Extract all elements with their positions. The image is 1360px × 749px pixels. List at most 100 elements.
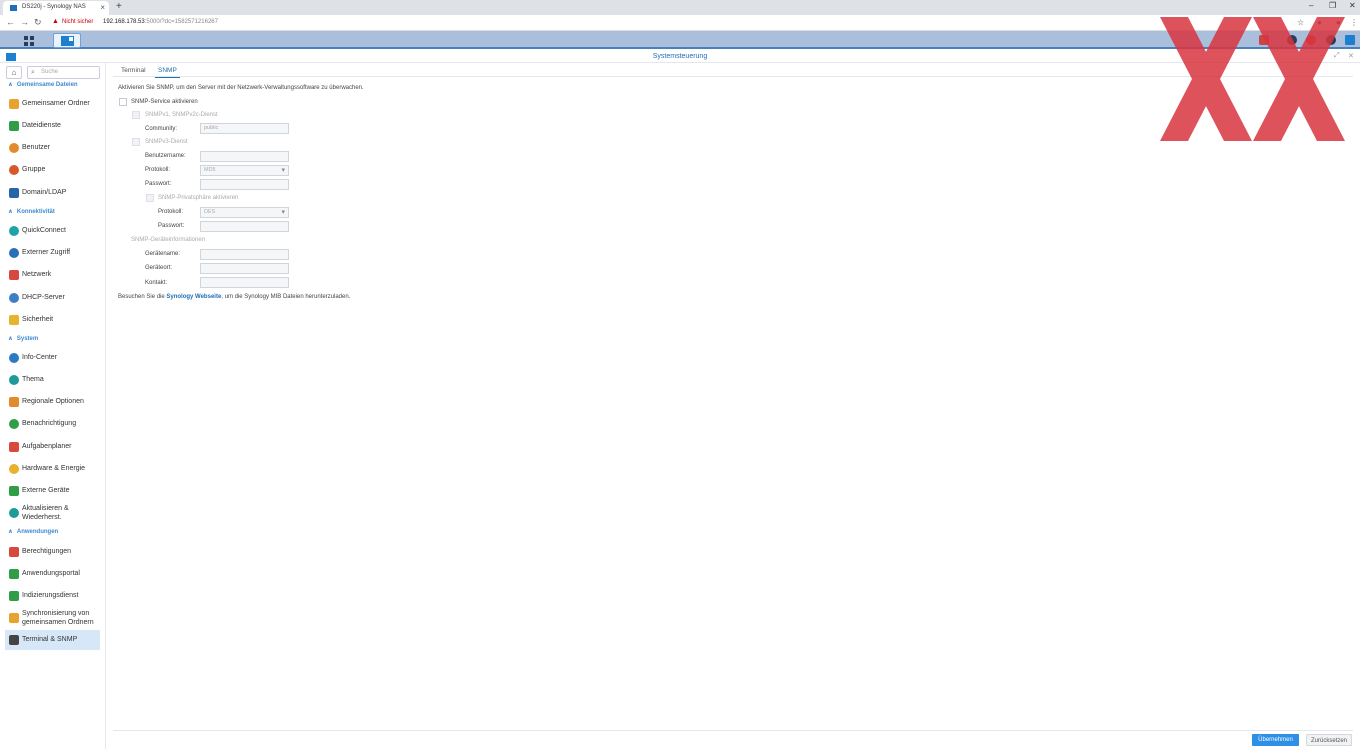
sidebar-item-file-services[interactable]: Dateidienste xyxy=(5,116,100,136)
community-field[interactable]: public xyxy=(200,123,289,134)
reload-icon[interactable]: ↻ xyxy=(34,17,42,28)
quickconnect-icon xyxy=(9,226,19,236)
section-applications[interactable]: ∧ Anwendungen xyxy=(8,528,58,535)
new-tab-icon[interactable]: + xyxy=(116,1,122,12)
sidebar-item-domain[interactable]: Domain/LDAP xyxy=(5,183,100,203)
snmp-v3-label: SNMPv3-Dienst xyxy=(145,139,188,145)
sidebar-item-quickconnect[interactable]: QuickConnect xyxy=(5,221,100,241)
sidebar-item-label: Regionale Optionen xyxy=(22,398,84,405)
sidebar-item-regional[interactable]: Regionale Optionen xyxy=(5,392,100,412)
minimize-icon[interactable]: – xyxy=(1309,1,1313,10)
sidebar-item-theme[interactable]: Thema xyxy=(5,370,100,390)
sidebar-item-info-center[interactable]: Info-Center xyxy=(5,348,100,368)
main-menu-button[interactable] xyxy=(16,33,44,48)
maximize-icon[interactable]: ❐ xyxy=(1329,1,1336,10)
section-system[interactable]: ∧ System xyxy=(8,335,38,342)
tab-snmp[interactable]: SNMP xyxy=(155,67,180,78)
privacy-checkbox[interactable] xyxy=(146,194,154,202)
snmp-v1v2-checkbox[interactable] xyxy=(132,111,140,119)
privacy-protocol-select[interactable]: DES xyxy=(200,207,289,218)
privacy-password-field[interactable] xyxy=(200,221,289,232)
enable-snmp-checkbox[interactable] xyxy=(119,98,127,106)
sidebar-item-label: Benachrichtigung xyxy=(22,420,77,427)
protocol-select[interactable]: MD5 xyxy=(200,165,289,176)
apply-button[interactable]: Übernehmen xyxy=(1252,734,1299,746)
url-input[interactable]: 192.168.178.53:5000/?dc=1582571216267 xyxy=(103,19,218,25)
sidebar-item-external-devices[interactable]: Externe Geräte xyxy=(5,481,100,501)
sidebar: ⌂ ⌕ Suche ∧ Gemeinsame Dateien Gemeinsame… xyxy=(0,63,106,749)
browser-tab-title: DS220j - Synology NAS xyxy=(22,4,86,10)
section-connectivity[interactable]: ∧ Konnektivität xyxy=(8,208,55,215)
extension-icon[interactable]: ● xyxy=(1317,18,1322,27)
back-icon[interactable]: ← xyxy=(6,17,15,27)
sidebar-item-label: Benutzer xyxy=(22,144,51,151)
browser-tab[interactable]: DS220j - Synology NAS × xyxy=(3,1,109,15)
terminal-icon xyxy=(9,635,19,645)
footer-divider xyxy=(113,730,1353,731)
intro-text: Aktivieren Sie SNMP, um den Server mit d… xyxy=(118,85,364,91)
user-icon[interactable] xyxy=(1306,35,1316,45)
close-tab-icon[interactable]: × xyxy=(100,3,105,12)
sidebar-item-security[interactable]: Sicherheit xyxy=(5,310,100,330)
contact-field[interactable] xyxy=(200,277,289,288)
search-input[interactable]: ⌕ Suche xyxy=(27,66,100,79)
sidebar-item-privileges[interactable]: Berechtigungen xyxy=(5,542,100,562)
sidebar-item-label: Netzwerk xyxy=(22,271,52,278)
sidebar-item-group[interactable]: Gruppe xyxy=(5,160,100,180)
device-name-field[interactable] xyxy=(200,249,289,260)
sidebar-item-label: Thema xyxy=(22,376,44,383)
close-window-icon[interactable]: ✕ xyxy=(1349,1,1356,10)
sidebar-item-network[interactable]: Netzwerk xyxy=(5,265,100,285)
sidebar-item-label: Indizierungsdienst xyxy=(22,592,79,599)
section-shared-files[interactable]: ∧ Gemeinsame Dateien xyxy=(8,81,78,88)
warning-icon[interactable]: ▲ xyxy=(52,18,59,25)
notification-icon[interactable] xyxy=(1259,35,1269,45)
username-field[interactable] xyxy=(200,151,289,162)
sidebar-item-label: Terminal & SNMP xyxy=(22,636,78,643)
sidebar-item-task-scheduler[interactable]: Aufgabenplaner xyxy=(5,437,100,457)
window-close-icon[interactable]: ✕ xyxy=(1348,52,1354,60)
search-placeholder: Suche xyxy=(41,69,59,75)
tab-terminal[interactable]: Terminal xyxy=(121,67,146,74)
reset-button[interactable]: Zurücksetzen xyxy=(1306,734,1352,746)
snmp-v3-checkbox[interactable] xyxy=(132,138,140,146)
sidebar-item-label: Aktualisieren & Wiederherst. xyxy=(22,505,69,521)
sidebar-item-notification[interactable]: Benachrichtigung xyxy=(5,414,100,434)
sidebar-item-app-portal[interactable]: Anwendungsportal xyxy=(5,564,100,584)
device-info-heading: SNMP-Geräteinformationen xyxy=(131,237,206,243)
synology-website-link[interactable]: Synology Webseite xyxy=(166,294,221,300)
device-location-field[interactable] xyxy=(200,263,289,274)
home-button[interactable]: ⌂ xyxy=(6,66,22,79)
taskbar-control-panel-button[interactable] xyxy=(53,33,81,48)
sidebar-item-label: Anwendungsportal xyxy=(22,570,80,577)
home-icon: ⌂ xyxy=(11,68,17,77)
sidebar-item-sync[interactable]: Synchronisierung von gemeinsamen Ordnern xyxy=(5,608,100,630)
sidebar-item-external-access[interactable]: Externer Zugriff xyxy=(5,243,100,263)
sidebar-item-indexing[interactable]: Indizierungsdienst xyxy=(5,586,100,606)
dhcp-icon xyxy=(9,293,19,303)
section-label: Gemeinsame Dateien xyxy=(16,82,78,88)
sidebar-item-shared-folder[interactable]: Gemeinsamer Ordner xyxy=(5,94,100,114)
widgets-icon[interactable] xyxy=(1345,35,1355,45)
sidebar-item-hardware[interactable]: Hardware & Energie xyxy=(5,459,100,479)
dsm-taskbar xyxy=(0,31,1360,49)
sidebar-item-label: Hardware & Energie xyxy=(22,465,86,472)
not-secure-label[interactable]: Nicht sicher xyxy=(62,19,93,25)
sidebar-item-terminal-snmp[interactable]: Terminal & SNMP xyxy=(5,630,100,650)
sidebar-item-dhcp[interactable]: DHCP-Server xyxy=(5,288,100,308)
menu-dots-icon[interactable]: ⋮ xyxy=(1350,18,1358,27)
bookmark-star-icon[interactable]: ☆ xyxy=(1297,18,1304,27)
window-maximize-icon[interactable]: ⤢ xyxy=(1334,52,1340,60)
folder-icon xyxy=(9,99,19,109)
sidebar-item-user[interactable]: Benutzer xyxy=(5,138,100,158)
chat-icon[interactable] xyxy=(1287,35,1297,45)
window-minimize-icon[interactable]: – xyxy=(1321,52,1325,59)
sidebar-item-update[interactable]: Aktualisieren & Wiederherst. xyxy=(5,503,100,525)
control-panel-icon xyxy=(61,36,74,46)
sync-folder-icon xyxy=(9,613,19,623)
profile-icon[interactable]: ● xyxy=(1336,18,1341,27)
password-field[interactable] xyxy=(200,179,289,190)
search-taskbar-icon[interactable] xyxy=(1326,35,1336,45)
browser-tab-bar: DS220j - Synology NAS × + – ❐ ✕ xyxy=(0,0,1360,15)
forward-icon[interactable]: → xyxy=(20,17,29,27)
